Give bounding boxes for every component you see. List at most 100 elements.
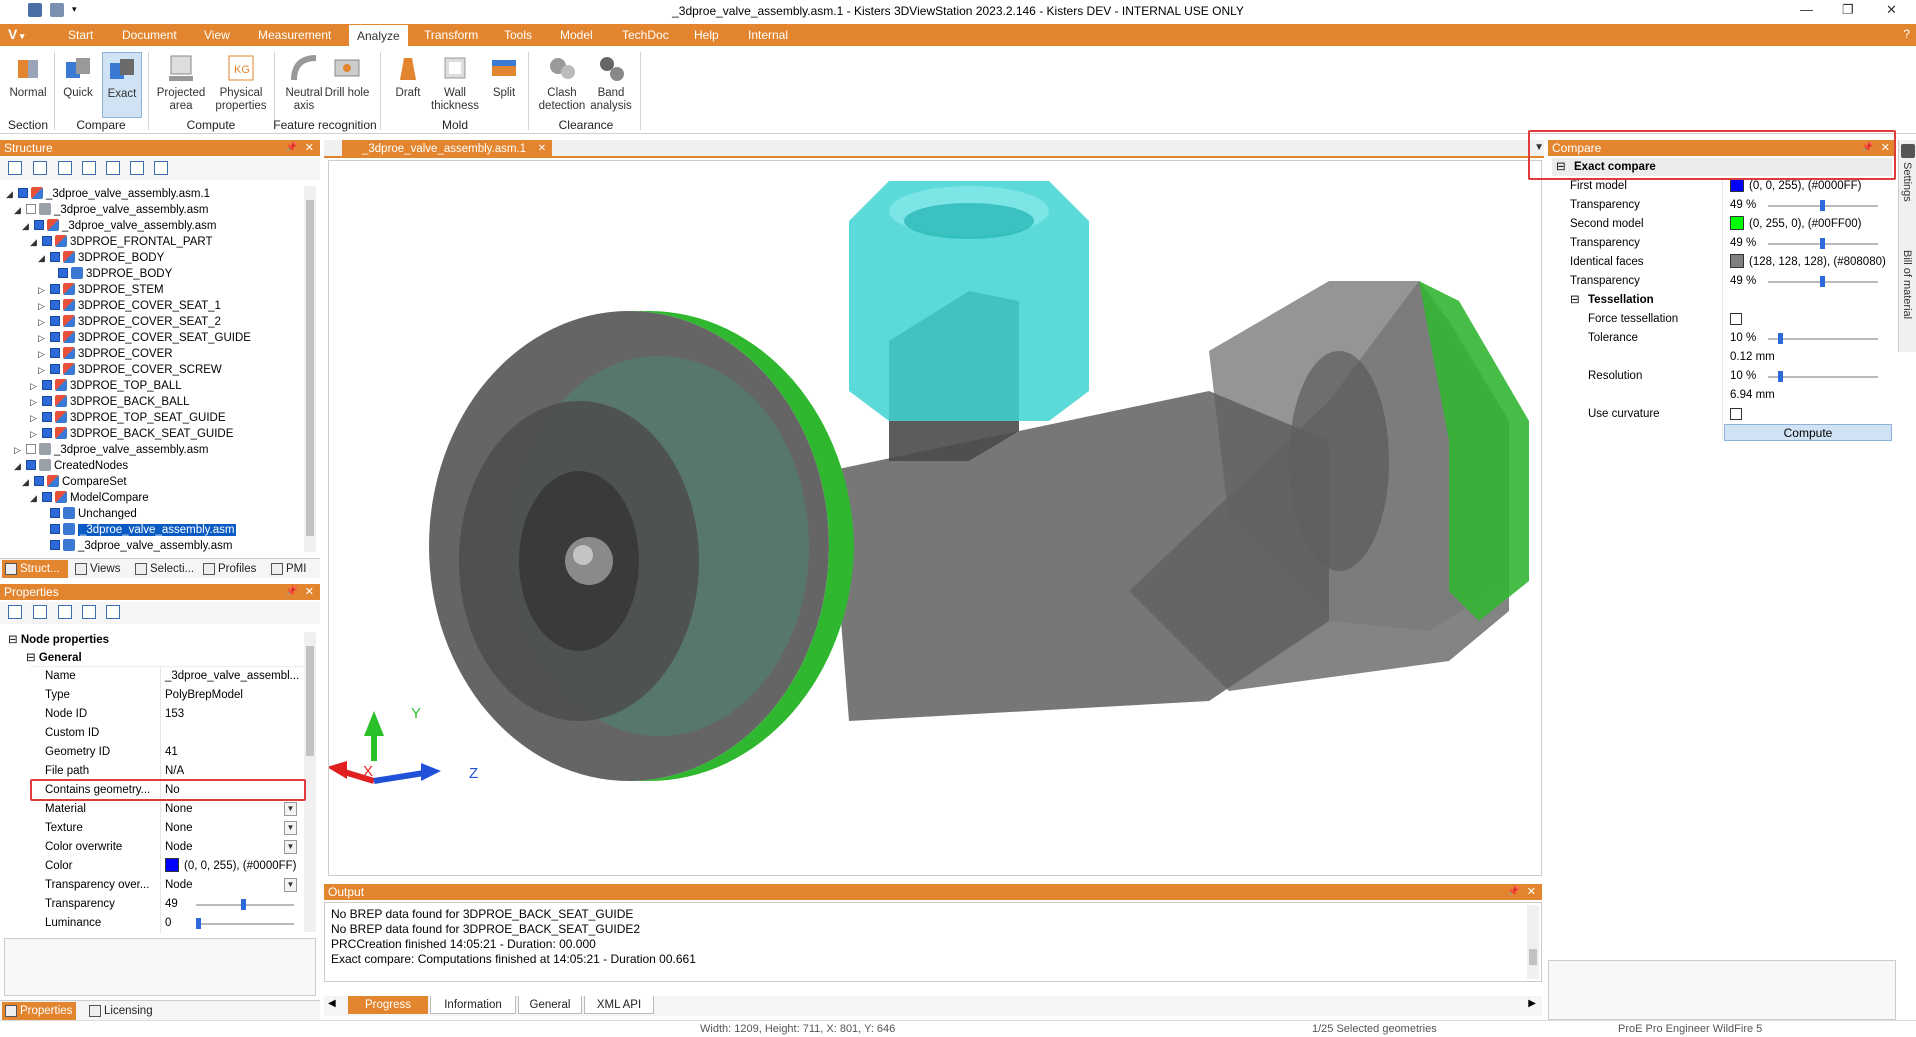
expand-arrow-icon[interactable]: ▷: [30, 426, 40, 442]
tab-structure[interactable]: Struct...: [2, 560, 68, 578]
tab-view[interactable]: View: [196, 24, 238, 46]
first-model-swatch[interactable]: [1730, 178, 1744, 192]
close-icon[interactable]: ✕: [1527, 884, 1536, 900]
tree-row[interactable]: ▷ 3DPROE_TOP_SEAT_GUIDE: [30, 410, 226, 426]
expand-arrow-icon[interactable]: ▷: [30, 410, 40, 426]
tab-selection[interactable]: Selecti...: [132, 560, 198, 578]
band-analysis-button[interactable]: Band analysis: [586, 52, 636, 113]
expand-arrow-icon[interactable]: ▷: [38, 282, 48, 298]
draft-button[interactable]: Draft: [388, 52, 428, 100]
slider-knob[interactable]: [1778, 333, 1783, 344]
expand-icon[interactable]: [58, 161, 72, 175]
checkbox[interactable]: [50, 300, 60, 310]
slider-knob[interactable]: [1820, 200, 1825, 211]
tab-properties[interactable]: Properties: [2, 1002, 77, 1020]
compute-button[interactable]: Compute: [1724, 424, 1892, 441]
tab-measurement[interactable]: Measurement: [250, 24, 339, 46]
drill-hole-button[interactable]: Drill hole: [324, 52, 370, 100]
slider-knob[interactable]: [1778, 371, 1783, 382]
slider-knob[interactable]: [196, 918, 201, 929]
structure-options-icon[interactable]: [130, 161, 144, 175]
checkbox[interactable]: [50, 364, 60, 374]
level-icon[interactable]: [106, 161, 120, 175]
checkbox[interactable]: [50, 524, 60, 534]
tree-row[interactable]: ▷ _3dproe_valve_assembly.asm: [14, 442, 208, 458]
checkbox[interactable]: [42, 412, 52, 422]
collapse-icon[interactable]: [82, 161, 96, 175]
close-icon[interactable]: ✕: [305, 140, 314, 156]
tree-row[interactable]: ▷ 3DPROE_COVER: [38, 346, 173, 362]
wall-thickness-button[interactable]: Wall thickness: [426, 52, 484, 113]
color-swatch[interactable]: [165, 858, 179, 872]
checkbox[interactable]: [50, 284, 60, 294]
tree-row[interactable]: ◢ CompareSet: [22, 474, 127, 490]
copy-icon[interactable]: [58, 605, 72, 619]
filter-icon[interactable]: [106, 605, 120, 619]
identical-faces-swatch[interactable]: [1730, 254, 1744, 268]
output-scrollbar[interactable]: [1527, 905, 1539, 979]
split-button[interactable]: Split: [486, 52, 522, 100]
scroll-right-icon[interactable]: ▶: [1528, 998, 1536, 1009]
luminance-slider[interactable]: [196, 918, 294, 929]
checkbox[interactable]: [26, 444, 36, 454]
tab-model[interactable]: Model: [552, 24, 601, 46]
checkbox[interactable]: [50, 508, 60, 518]
app-logo-icon[interactable]: V ▾: [8, 26, 38, 44]
tree-row[interactable]: Unchanged: [50, 506, 137, 522]
expand-arrow-icon[interactable]: ▷: [38, 346, 48, 362]
scrollbar-thumb[interactable]: [306, 200, 314, 536]
collapse-arrow-icon[interactable]: ◢: [14, 202, 24, 218]
collapse-arrow-icon[interactable]: ◢: [38, 250, 48, 266]
quick-button[interactable]: Quick: [58, 52, 98, 100]
tree-row[interactable]: ▷ 3DPROE_TOP_BALL: [30, 378, 182, 394]
help-icon[interactable]: ?: [1903, 27, 1910, 41]
tab-internal[interactable]: Internal: [740, 24, 796, 46]
slider-knob[interactable]: [1820, 238, 1825, 249]
expand-arrow-icon[interactable]: ▷: [38, 362, 48, 378]
tree-row[interactable]: ▷ 3DPROE_BACK_SEAT_GUIDE: [30, 426, 233, 442]
transparency-slider-2[interactable]: [1768, 238, 1878, 249]
tab-transform[interactable]: Transform: [416, 24, 486, 46]
normal-button[interactable]: Normal: [6, 52, 50, 100]
checkbox[interactable]: [34, 220, 44, 230]
node-properties-section[interactable]: ⊟ Node properties: [8, 632, 109, 648]
checkbox[interactable]: [42, 380, 52, 390]
tree-row[interactable]: ▷ 3DPROE_COVER_SEAT_2: [38, 314, 221, 330]
pin-icon[interactable]: 📌: [1508, 884, 1520, 900]
collapse-icon[interactable]: ⊟: [26, 652, 39, 664]
pin-icon[interactable]: 📌: [286, 140, 298, 156]
checkbox[interactable]: [26, 460, 36, 470]
3d-viewport[interactable]: Y X Z: [328, 160, 1542, 876]
document-tab[interactable]: _3dproe_valve_assembly.asm.1 ✕: [342, 140, 553, 158]
tab-licensing[interactable]: Licensing: [86, 1002, 157, 1020]
checkbox[interactable]: [50, 252, 60, 262]
tab-bill-of-material-side[interactable]: Bill of material: [1901, 250, 1913, 319]
neutral-axis-button[interactable]: Neutral axis: [280, 52, 328, 113]
checkbox[interactable]: [34, 476, 44, 486]
clash-detection-button[interactable]: Clash detection: [536, 52, 588, 113]
exact-button[interactable]: Exact: [102, 52, 142, 118]
tree-row[interactable]: ◢ 3DPROE_BODY: [38, 250, 164, 266]
checkbox[interactable]: [18, 188, 28, 198]
collapse-icon[interactable]: ⊟: [8, 634, 21, 646]
color-overwrite-dropdown-icon[interactable]: ▼: [284, 840, 297, 854]
checkbox[interactable]: [50, 348, 60, 358]
checkbox[interactable]: [50, 332, 60, 342]
checkbox[interactable]: [42, 428, 52, 438]
expand-arrow-icon[interactable]: ▷: [30, 394, 40, 410]
collapse-arrow-icon[interactable]: ◢: [22, 218, 32, 234]
collapse-arrow-icon[interactable]: ◢: [6, 186, 16, 202]
checkbox[interactable]: [42, 396, 52, 406]
general-section[interactable]: ⊟ General: [26, 650, 82, 666]
physical-properties-button[interactable]: KG Physical properties: [210, 52, 272, 113]
checkbox[interactable]: [42, 236, 52, 246]
collapse-arrow-icon[interactable]: ◢: [30, 234, 40, 250]
tree-row[interactable]: ◢ ModelCompare: [30, 490, 149, 506]
expand-arrow-icon[interactable]: ▷: [14, 442, 24, 458]
tab-start[interactable]: Start: [60, 24, 101, 46]
tab-information[interactable]: Information: [430, 996, 516, 1014]
tolerance-slider[interactable]: [1768, 333, 1878, 344]
collapse-all-icon[interactable]: [33, 605, 47, 619]
tab-help[interactable]: Help: [686, 24, 727, 46]
settings-icon[interactable]: [154, 161, 168, 175]
